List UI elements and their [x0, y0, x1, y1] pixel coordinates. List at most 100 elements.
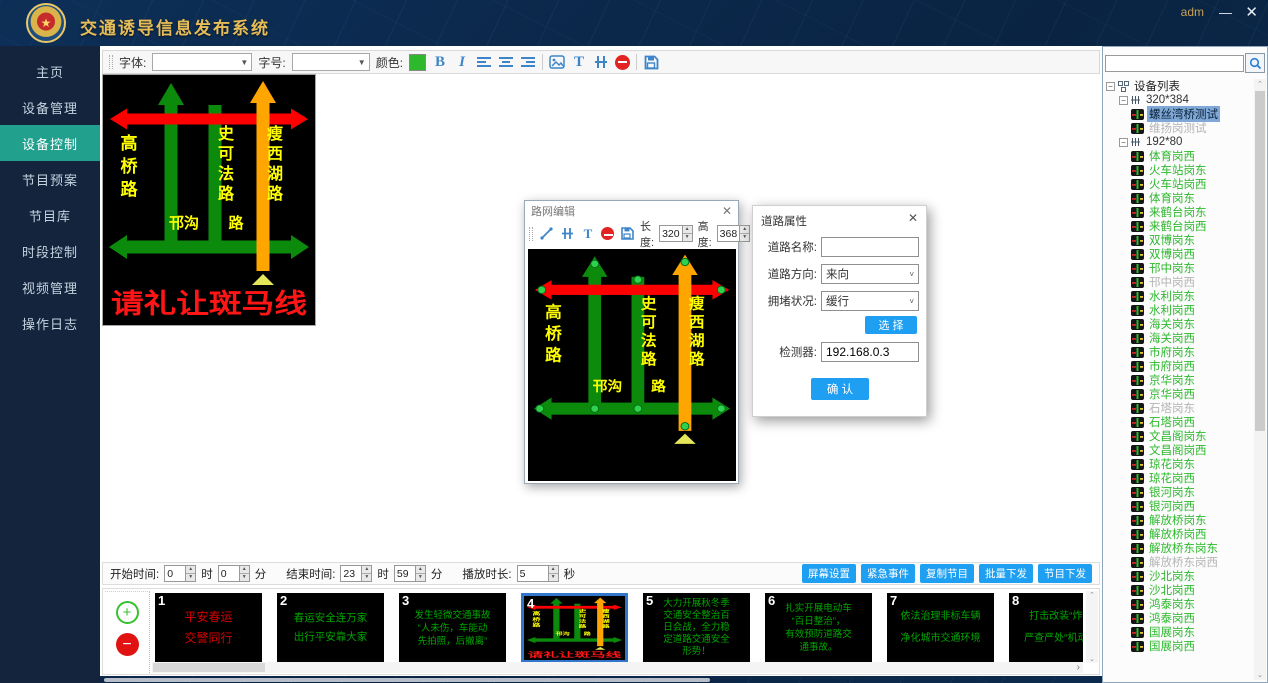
- align-right-icon[interactable]: [520, 53, 536, 71]
- insert-image-icon[interactable]: [549, 53, 565, 71]
- action-button-1[interactable]: 屏幕设置: [802, 564, 856, 583]
- tree-device-item[interactable]: 文昌阁岗东: [1106, 429, 1252, 443]
- tree-device-item[interactable]: 石塔岗西: [1106, 415, 1252, 429]
- spin-down-icon[interactable]: ▼: [362, 574, 371, 581]
- program-tile-7[interactable]: 7依法治理非标车辆净化城市交通环境: [887, 593, 994, 663]
- sidebar-item-2[interactable]: 设备管理: [0, 89, 100, 125]
- congestion-select[interactable]: 缓行˅: [821, 291, 919, 311]
- end-hour-spinner[interactable]: 23▲▼: [340, 565, 372, 582]
- close-button[interactable]: ✕: [1245, 3, 1258, 21]
- tree-device-item[interactable]: 市府岗西: [1106, 359, 1252, 373]
- bold-button[interactable]: B: [432, 53, 448, 71]
- text-tool-button[interactable]: T: [571, 53, 587, 71]
- font-size-select[interactable]: ▼: [292, 53, 370, 71]
- action-button-3[interactable]: 复制节目: [920, 564, 974, 583]
- tree-device-item[interactable]: 石塔岗东: [1106, 401, 1252, 415]
- spin-up-icon[interactable]: ▲: [362, 566, 371, 574]
- sidebar-item-8[interactable]: 操作日志: [0, 305, 100, 341]
- tree-device-item[interactable]: 双博岗东: [1106, 233, 1252, 247]
- search-button[interactable]: [1245, 53, 1265, 73]
- tree-device-item[interactable]: 水利岗东: [1106, 289, 1252, 303]
- tree-device-item[interactable]: 沙北岗西: [1106, 583, 1252, 597]
- sidebar-item-3[interactable]: 设备控制: [0, 125, 100, 161]
- tree-device-item[interactable]: 国展岗西: [1106, 639, 1252, 653]
- spin-up-icon[interactable]: ▲: [186, 566, 195, 574]
- font-select[interactable]: ▼: [152, 53, 252, 71]
- length-spinner[interactable]: 320▲▼: [659, 225, 693, 242]
- scroll-down-icon[interactable]: ⌄: [1254, 671, 1266, 679]
- tree-device-item[interactable]: 邗中岗东: [1106, 261, 1252, 275]
- collapse-icon[interactable]: −: [1106, 82, 1115, 91]
- delete-tool-icon[interactable]: [615, 55, 630, 70]
- sidebar-item-5[interactable]: 节目库: [0, 197, 100, 233]
- tree-device-item[interactable]: 琼花岗东: [1106, 457, 1252, 471]
- tree-group[interactable]: −320*384: [1106, 93, 1252, 107]
- program-tile-3[interactable]: 3发生轻微交通事故“人未伤，车能动先拍照，后撤离”: [399, 593, 506, 663]
- tree-device-item[interactable]: 文昌阁岗西: [1106, 443, 1252, 457]
- close-icon[interactable]: ✕: [722, 204, 732, 218]
- spin-up-icon[interactable]: ▲: [683, 226, 692, 234]
- align-left-icon[interactable]: [476, 53, 492, 71]
- spin-down-icon[interactable]: ▼: [740, 234, 749, 241]
- tree-device-item[interactable]: 京华岗东: [1106, 373, 1252, 387]
- scroll-down-icon[interactable]: ⌄: [1089, 655, 1095, 663]
- tree-device-item[interactable]: 双博岗西: [1106, 247, 1252, 261]
- delete-tool-icon[interactable]: [601, 227, 614, 240]
- spin-up-icon[interactable]: ▲: [740, 226, 749, 234]
- tree-group[interactable]: −192*80: [1106, 135, 1252, 149]
- spin-up-icon[interactable]: ▲: [240, 566, 249, 574]
- road-network-tool-icon[interactable]: [559, 225, 575, 243]
- add-program-button[interactable]: +: [116, 601, 139, 624]
- tree-device-item[interactable]: 鸿泰岗东: [1106, 597, 1252, 611]
- road-network-edit-canvas[interactable]: 高桥路史可法路瘦西湖路邗沟路: [528, 249, 736, 481]
- save-icon[interactable]: [643, 53, 659, 71]
- tree-device-item[interactable]: 鸿泰岗西: [1106, 611, 1252, 625]
- tree-device-item[interactable]: 解放桥东岗西: [1106, 555, 1252, 569]
- spin-up-icon[interactable]: ▲: [549, 566, 558, 574]
- tree-device-item[interactable]: 市府岗东: [1106, 345, 1252, 359]
- remove-program-button[interactable]: −: [116, 633, 139, 656]
- strip-vertical-scrollbar[interactable]: ⌃⌄: [1086, 591, 1098, 663]
- program-tile-8[interactable]: 8打击改装“炸街”严查严处“机动车”: [1009, 593, 1083, 663]
- device-search-input[interactable]: [1105, 55, 1244, 72]
- align-center-icon[interactable]: [498, 53, 514, 71]
- road-name-input[interactable]: [821, 237, 919, 257]
- tree-device-item[interactable]: 维扬岗测试: [1106, 121, 1252, 135]
- spin-down-icon[interactable]: ▼: [683, 234, 692, 241]
- detector-input[interactable]: [821, 342, 919, 362]
- spin-down-icon[interactable]: ▼: [549, 574, 558, 581]
- strip-horizontal-scrollbar[interactable]: ›: [152, 662, 1083, 673]
- tree-device-item[interactable]: 体育岗东: [1106, 191, 1252, 205]
- collapse-icon[interactable]: −: [1119, 138, 1128, 147]
- draw-road-tool-icon[interactable]: [538, 225, 554, 243]
- tree-device-item[interactable]: 沙北岗东: [1106, 569, 1252, 583]
- spin-down-icon[interactable]: ▼: [186, 574, 195, 581]
- program-tile-5[interactable]: 5大力开展秋冬季交通安全整治百日会战，全力稳定道路交通安全形势！: [643, 593, 750, 663]
- tree-device-item[interactable]: 海关岗东: [1106, 317, 1252, 331]
- close-icon[interactable]: ✕: [908, 211, 918, 225]
- tree-device-item[interactable]: 国展岗东: [1106, 625, 1252, 639]
- duration-spinner[interactable]: 5▲▼: [517, 565, 559, 582]
- road-direction-select[interactable]: 来向˅: [821, 264, 919, 284]
- sidebar-item-6[interactable]: 时段控制: [0, 233, 100, 269]
- spin-up-icon[interactable]: ▲: [416, 566, 425, 574]
- sidebar-item-7[interactable]: 视频管理: [0, 269, 100, 305]
- confirm-button[interactable]: 确 认: [811, 378, 869, 400]
- scroll-up-icon[interactable]: ⌃: [1089, 591, 1095, 599]
- end-minute-spinner[interactable]: 59▲▼: [394, 565, 426, 582]
- tree-device-item[interactable]: 火车站岗东: [1106, 163, 1252, 177]
- tree-device-item[interactable]: 京华岗西: [1106, 387, 1252, 401]
- sidebar-item-4[interactable]: 节目预案: [0, 161, 100, 197]
- program-tile-2[interactable]: 2春运安全连万家出行平安靠大家: [277, 593, 384, 663]
- scrollbar-thumb[interactable]: [153, 663, 265, 672]
- tree-device-item[interactable]: 解放桥东岗东: [1106, 541, 1252, 555]
- tree-root[interactable]: −设备列表: [1106, 79, 1252, 93]
- minimize-button[interactable]: —: [1219, 5, 1232, 20]
- program-tile-1[interactable]: 1平安春运交警同行: [155, 593, 262, 663]
- action-button-5[interactable]: 节目下发: [1038, 564, 1092, 583]
- start-hour-spinner[interactable]: 0▲▼: [164, 565, 196, 582]
- tree-device-item[interactable]: 水利岗西: [1106, 303, 1252, 317]
- height-spinner[interactable]: 368▲▼: [717, 225, 751, 242]
- bottom-scrollbar-thumb[interactable]: [104, 678, 710, 683]
- program-tile-6[interactable]: 6扎实开展电动车“百日整治”，有效预防道路交通事故。: [765, 593, 872, 663]
